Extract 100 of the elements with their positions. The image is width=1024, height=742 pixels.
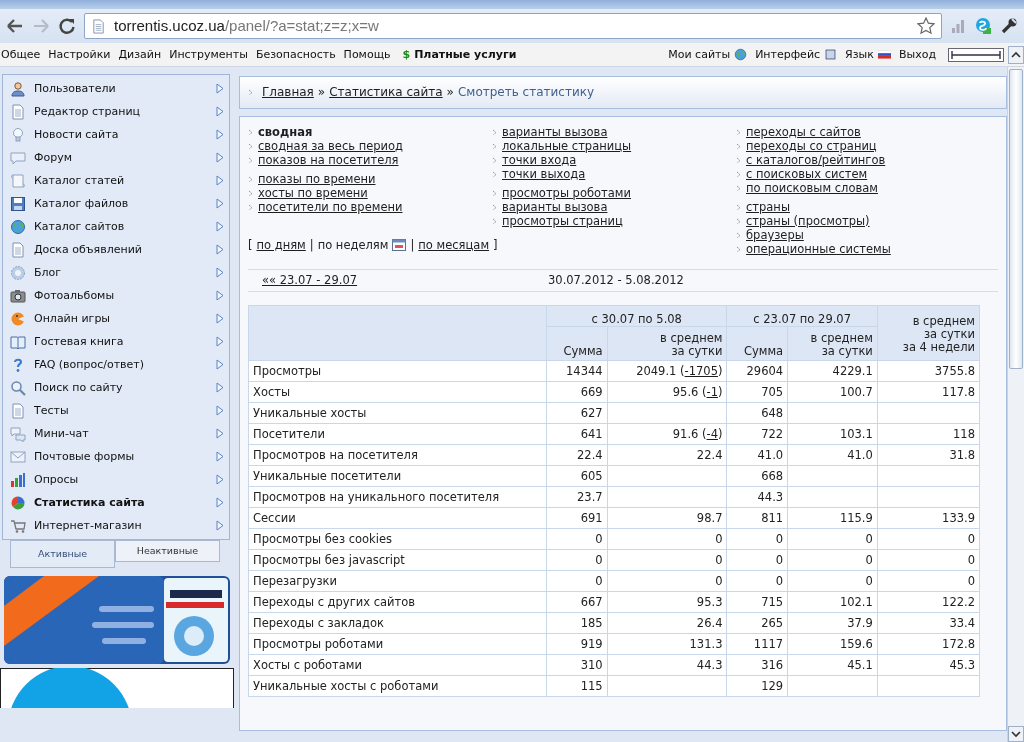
report-link[interactable]: по поисковым словам xyxy=(746,181,878,195)
tab[interactable]: Активные xyxy=(10,540,115,568)
report-link[interactable]: переходы с сайтов xyxy=(746,125,861,139)
tab[interactable]: Неактивные xyxy=(115,540,220,562)
back-arrow-icon[interactable] xyxy=(6,18,24,34)
report-link[interactable]: посетители по времени xyxy=(258,200,403,214)
sidebar-item[interactable]: Форум xyxy=(4,146,228,169)
chat-bubbles-icon xyxy=(10,425,26,442)
report-link[interactable]: показы по времени xyxy=(258,172,376,186)
sidebar-item[interactable]: Статистика сайта xyxy=(4,491,228,514)
menu-item[interactable]: Платные услуги xyxy=(414,47,517,62)
scroll-up-button[interactable] xyxy=(1008,45,1024,64)
bullet-icon xyxy=(248,128,254,136)
report-link[interactable]: точки входа xyxy=(502,153,577,167)
bullet-icon xyxy=(492,189,498,197)
report-link[interactable]: показов на посетителя xyxy=(258,153,399,167)
address-bar[interactable]: torrentis.ucoz.ua/panel/?a=stat;z=z;x=w xyxy=(84,13,942,39)
sidebar-item[interactable]: Каталог статей xyxy=(4,169,228,192)
sidebar-item[interactable]: Каталог файлов xyxy=(4,192,228,215)
menu-item[interactable]: Выход xyxy=(898,47,936,62)
menu-item[interactable]: Помощь xyxy=(343,47,391,62)
bullet-icon xyxy=(736,156,742,164)
report-link[interactable]: страны xyxy=(746,200,790,214)
report-link[interactable]: точки выхода xyxy=(502,167,586,181)
report-link[interactable]: переходы со страниц xyxy=(746,139,877,153)
report-link[interactable]: сводная xyxy=(258,125,313,139)
report-link[interactable]: с поисковых систем xyxy=(746,167,868,181)
sidebar-item[interactable]: Каталог сайтов xyxy=(4,215,228,238)
row-label: Хосты с роботами xyxy=(248,654,547,676)
scrollbar-thumb[interactable] xyxy=(1009,69,1023,369)
menu-item[interactable]: Общее xyxy=(1,47,41,62)
book-icon xyxy=(10,333,26,350)
sidebar-item[interactable]: Тесты xyxy=(4,399,228,422)
sidebar-item[interactable]: Новости сайта xyxy=(4,123,228,146)
camera-icon xyxy=(10,287,26,304)
group-header: с 30.07 по 5.08 xyxy=(546,305,727,327)
sidebar-item[interactable]: Пользователи xyxy=(4,77,228,100)
menu-item[interactable]: Безопасность xyxy=(255,47,336,62)
sidebar-item[interactable]: Онлайн игры xyxy=(4,307,228,330)
scroll-down-button[interactable] xyxy=(1008,726,1024,742)
report-link[interactable]: просмотры страниц xyxy=(502,214,623,228)
menu-item[interactable]: Инструменты xyxy=(169,47,248,62)
bullet-icon xyxy=(492,128,498,136)
extension-icon[interactable] xyxy=(974,17,992,35)
report-link[interactable]: хосты по времени xyxy=(258,186,368,200)
bullet-icon xyxy=(492,203,498,211)
report-link[interactable]: варианты вызова xyxy=(502,125,608,139)
menu-item[interactable]: Настройки xyxy=(48,47,111,62)
report-link[interactable]: браузеры xyxy=(746,228,804,242)
sidebar-item[interactable]: Поиск по сайту xyxy=(4,376,228,399)
menu-item[interactable]: Мои сайты xyxy=(668,47,731,62)
report-link[interactable]: с каталогов/рейтингов xyxy=(746,153,886,167)
sidebar-item[interactable]: Блог xyxy=(4,261,228,284)
previous-week-link[interactable]: «« 23.07 - 29.07 xyxy=(262,273,548,288)
triangle-arrow-icon xyxy=(216,290,224,301)
sidebar-item[interactable]: FAQ (вопрос/ответ) xyxy=(4,353,228,376)
sidebar-item[interactable]: Фотоальбомы xyxy=(4,284,228,307)
breadcrumb-link[interactable]: Главная xyxy=(262,85,314,100)
report-link[interactable]: локальные страницы xyxy=(502,139,632,153)
menu-item[interactable]: Язык xyxy=(845,47,874,62)
row-label: Просмотры роботами xyxy=(248,633,547,655)
breadcrumb-current: Смотреть статистику xyxy=(457,85,595,100)
bullet-icon xyxy=(736,142,742,150)
row-label: Просмотры без cookies xyxy=(248,528,547,550)
difference-link[interactable]: -1705 xyxy=(684,363,718,378)
breadcrumb-separator: » xyxy=(317,85,326,100)
report-link[interactable]: сводная за весь период xyxy=(258,139,403,153)
sidebar-item[interactable]: Редактор страниц xyxy=(4,100,228,123)
reload-icon[interactable] xyxy=(58,17,76,35)
sidebar-item[interactable]: Почтовые формы xyxy=(4,445,228,468)
sidebar-item[interactable]: Интернет-магазин xyxy=(4,514,228,537)
breadcrumb-separator: » xyxy=(446,85,454,100)
width-toggle-icon[interactable] xyxy=(948,47,1004,62)
square-icon xyxy=(824,48,838,61)
wrench-icon[interactable] xyxy=(1000,17,1018,35)
difference-link[interactable]: -1 xyxy=(706,384,718,399)
column-header: в среднем за сутки xyxy=(787,326,878,361)
report-link[interactable]: операционные системы xyxy=(746,242,891,256)
report-link[interactable]: просмотры роботами xyxy=(502,186,631,200)
report-link[interactable]: страны (просмотры) xyxy=(746,214,870,228)
sidebar-item[interactable]: Мини-чат xyxy=(4,422,228,445)
bracket: [ xyxy=(248,238,253,252)
bullet-icon xyxy=(736,203,742,211)
sidebar-item[interactable]: Доска объявлений xyxy=(4,238,228,261)
calendar-icon[interactable] xyxy=(392,239,407,251)
star-icon[interactable] xyxy=(917,17,935,35)
scrollbar[interactable] xyxy=(1007,67,1024,742)
breadcrumb-link[interactable]: Статистика сайта xyxy=(329,85,443,100)
menu-item[interactable]: Дизайн xyxy=(118,47,162,62)
sidebar-item[interactable]: Гостевая книга xyxy=(4,330,228,353)
difference-link[interactable]: -4 xyxy=(706,426,718,441)
menu-item[interactable]: Интерфейс xyxy=(755,47,821,62)
sidebar-item[interactable]: Опросы xyxy=(4,468,228,491)
row-label: Уникальные хосты с роботами xyxy=(248,675,547,697)
report-link[interactable]: варианты вызова xyxy=(502,200,608,214)
row-label: Перезагрузки xyxy=(248,570,547,592)
bullet-icon xyxy=(248,142,254,150)
period-option[interactable]: по дням xyxy=(256,238,306,252)
triangle-arrow-icon xyxy=(216,106,224,117)
period-option[interactable]: по месяцам xyxy=(418,238,490,252)
